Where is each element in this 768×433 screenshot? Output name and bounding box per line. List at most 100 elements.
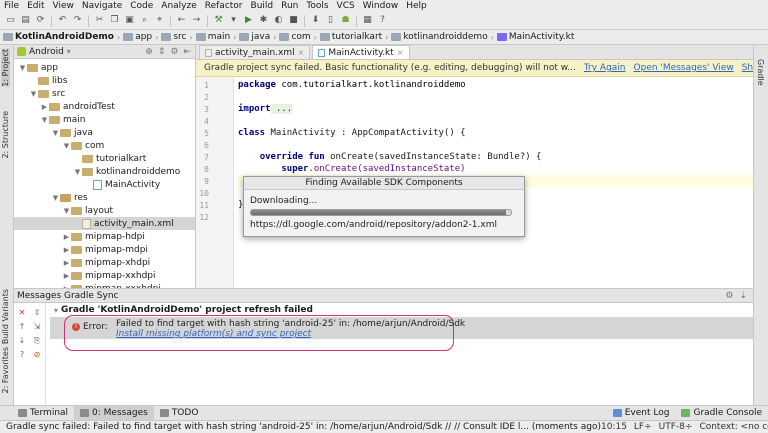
tool-tab-favorites[interactable]: 2: Favorites bbox=[1, 347, 10, 393]
tool-tab-messages[interactable]: 0: Messages bbox=[74, 405, 154, 421]
collapse-arrow-icon[interactable]: ▶ bbox=[62, 272, 71, 280]
gear-icon[interactable]: ⚙ bbox=[725, 291, 733, 301]
tree-item[interactable]: MainActivity bbox=[14, 178, 195, 191]
debug-icon[interactable]: ✱ bbox=[257, 14, 270, 27]
tool-tab-terminal[interactable]: Terminal bbox=[12, 406, 74, 421]
collapse-arrow-icon[interactable]: ▶ bbox=[40, 103, 49, 111]
collapse-all-icon[interactable]: ⇕ bbox=[158, 47, 166, 57]
status-message[interactable]: Gradle sync failed: Failed to find targe… bbox=[6, 422, 601, 432]
menu-view[interactable]: View bbox=[53, 1, 74, 11]
tab-activity-main-xml[interactable]: activity_main.xml × bbox=[199, 45, 311, 59]
open-messages-view-link[interactable]: Open 'Messages' View bbox=[634, 63, 734, 73]
breadcrumb-item-app[interactable]: app bbox=[123, 32, 152, 42]
breadcrumb-item-main[interactable]: main bbox=[195, 32, 230, 42]
breadcrumb-item-com[interactable]: com bbox=[279, 32, 311, 42]
paste-icon[interactable]: ▣ bbox=[123, 14, 136, 27]
tool-tab-project[interactable]: 1: Project bbox=[1, 49, 10, 87]
copy-icon[interactable]: ❐ bbox=[108, 14, 121, 27]
make-project-icon[interactable]: ⚒ bbox=[212, 14, 225, 27]
gear-icon[interactable]: ⚙ bbox=[170, 47, 178, 57]
expand-arrow-icon[interactable]: ▼ bbox=[29, 90, 38, 98]
cut-icon[interactable]: ✂ bbox=[93, 14, 106, 27]
expand-arrow-icon[interactable]: ▼ bbox=[62, 142, 71, 150]
menu-navigate[interactable]: Navigate bbox=[82, 1, 122, 11]
show-log-link[interactable]: Show Log in Files bbox=[742, 63, 753, 73]
replace-icon[interactable]: ⌖ bbox=[153, 14, 166, 27]
forward-icon[interactable]: → bbox=[190, 14, 203, 27]
tree-item[interactable]: ▼ res bbox=[14, 191, 195, 204]
tool-tab-todo[interactable]: TODO bbox=[154, 406, 205, 421]
redo-icon[interactable]: ↷ bbox=[71, 14, 84, 27]
breadcrumb-item-file[interactable]: MainActivity.kt bbox=[496, 32, 574, 42]
tree-item[interactable]: ▶ mipmap-xhdpi bbox=[14, 256, 195, 269]
breadcrumb-item-src[interactable]: src bbox=[161, 32, 186, 42]
tool-tab-structure[interactable]: 2: Structure bbox=[1, 111, 10, 159]
tool-tab-gradle-console[interactable]: Gradle Console bbox=[675, 406, 768, 421]
collapse-all-icon[interactable]: ⇲ bbox=[31, 321, 43, 332]
collapse-arrow-icon[interactable]: ▶ bbox=[62, 246, 71, 254]
tree-item[interactable]: ▼ layout bbox=[14, 204, 195, 217]
menu-edit[interactable]: Edit bbox=[27, 1, 44, 11]
tree-item[interactable]: ▼ java bbox=[14, 126, 195, 139]
tree-item[interactable]: ▶ androidTest bbox=[14, 100, 195, 113]
menu-help[interactable]: Help bbox=[406, 1, 427, 11]
menu-run[interactable]: Run bbox=[281, 1, 298, 11]
menu-refactor[interactable]: Refactor bbox=[205, 1, 243, 11]
tree-item[interactable]: ▼ main bbox=[14, 113, 195, 126]
project-view-selector[interactable]: Android bbox=[29, 47, 64, 57]
sdk-manager-icon[interactable]: ⬇ bbox=[309, 14, 322, 27]
caret-position[interactable]: 10:15 bbox=[601, 422, 627, 432]
sync-icon[interactable]: ⟳ bbox=[34, 14, 47, 27]
tree-item[interactable]: ▶ mipmap-hdpi bbox=[14, 230, 195, 243]
menu-vcs[interactable]: VCS bbox=[337, 1, 355, 11]
tree-item[interactable]: activity_main.xml bbox=[14, 217, 195, 230]
help-icon[interactable]: ? bbox=[16, 349, 28, 360]
tool-tab-gradle[interactable]: Gradle bbox=[756, 59, 765, 86]
stop-icon[interactable]: ■ bbox=[287, 14, 300, 27]
breadcrumb-item-tutorialkart[interactable]: tutorialkart bbox=[319, 32, 382, 42]
collapse-arrow-icon[interactable]: ▶ bbox=[62, 233, 71, 241]
hide-panel-icon[interactable]: ⇤ bbox=[183, 47, 191, 57]
chevron-down-icon[interactable]: ▾ bbox=[67, 47, 71, 56]
close-icon[interactable]: × bbox=[298, 48, 305, 57]
open-folder-icon[interactable]: ▭ bbox=[4, 14, 17, 27]
close-icon[interactable]: ✕ bbox=[16, 307, 28, 318]
menu-code[interactable]: Code bbox=[130, 1, 153, 11]
tool-tab-build-variants[interactable]: Build Variants bbox=[1, 289, 10, 344]
help-icon[interactable]: ? bbox=[376, 14, 389, 27]
menu-build[interactable]: Build bbox=[251, 1, 274, 11]
expand-arrow-icon[interactable]: ▼ bbox=[18, 64, 27, 72]
stop-icon[interactable]: ⊘ bbox=[31, 349, 43, 360]
hide-panel-icon[interactable]: ⇣ bbox=[739, 291, 747, 301]
find-icon[interactable]: ⌕ bbox=[138, 14, 151, 27]
avd-manager-icon[interactable]: ▯ bbox=[324, 14, 337, 27]
chevron-down-icon[interactable]: ▾ bbox=[54, 306, 58, 315]
next-icon[interactable]: ↓ bbox=[16, 335, 28, 346]
expand-arrow-icon[interactable]: ▼ bbox=[51, 129, 60, 137]
breadcrumb-item-project[interactable]: KotlinAndroidDemo bbox=[3, 32, 114, 42]
breadcrumb-item-package[interactable]: kotlinandroiddemo bbox=[391, 32, 488, 42]
sync-tree-icon[interactable]: ⊕ bbox=[145, 47, 153, 57]
run-config-dropdown-icon[interactable]: ▾ bbox=[227, 14, 240, 27]
menu-tools[interactable]: Tools bbox=[306, 1, 328, 11]
export-icon[interactable]: ⎘ bbox=[31, 335, 43, 346]
expand-arrow-icon[interactable]: ▼ bbox=[73, 168, 82, 176]
android-device-monitor-icon[interactable]: ☗ bbox=[339, 14, 352, 27]
tool-tab-event-log[interactable]: Event Log bbox=[607, 406, 676, 421]
tree-item[interactable]: ▶ mipmap-mdpi bbox=[14, 243, 195, 256]
try-again-link[interactable]: Try Again bbox=[584, 63, 626, 73]
tab-mainactivity-kt[interactable]: MainActivity.kt × bbox=[312, 45, 410, 59]
previous-icon[interactable]: ↑ bbox=[16, 321, 28, 332]
install-missing-platform-link[interactable]: Install missing platform(s) and sync pro… bbox=[116, 329, 311, 339]
back-icon[interactable]: ← bbox=[175, 14, 188, 27]
project-structure-icon[interactable]: ▦ bbox=[361, 14, 374, 27]
save-all-icon[interactable]: ▤ bbox=[19, 14, 32, 27]
expand-arrow-icon[interactable]: ▼ bbox=[51, 194, 60, 202]
expand-all-icon[interactable]: ⇳ bbox=[31, 307, 43, 318]
tree-item[interactable]: libs bbox=[14, 74, 195, 87]
expand-arrow-icon[interactable]: ▼ bbox=[40, 116, 49, 124]
tree-item[interactable]: ▶ mipmap-xxhdpi bbox=[14, 269, 195, 282]
tree-item[interactable]: tutorialkart bbox=[14, 152, 195, 165]
close-icon[interactable]: × bbox=[397, 48, 404, 57]
undo-icon[interactable]: ↶ bbox=[56, 14, 69, 27]
